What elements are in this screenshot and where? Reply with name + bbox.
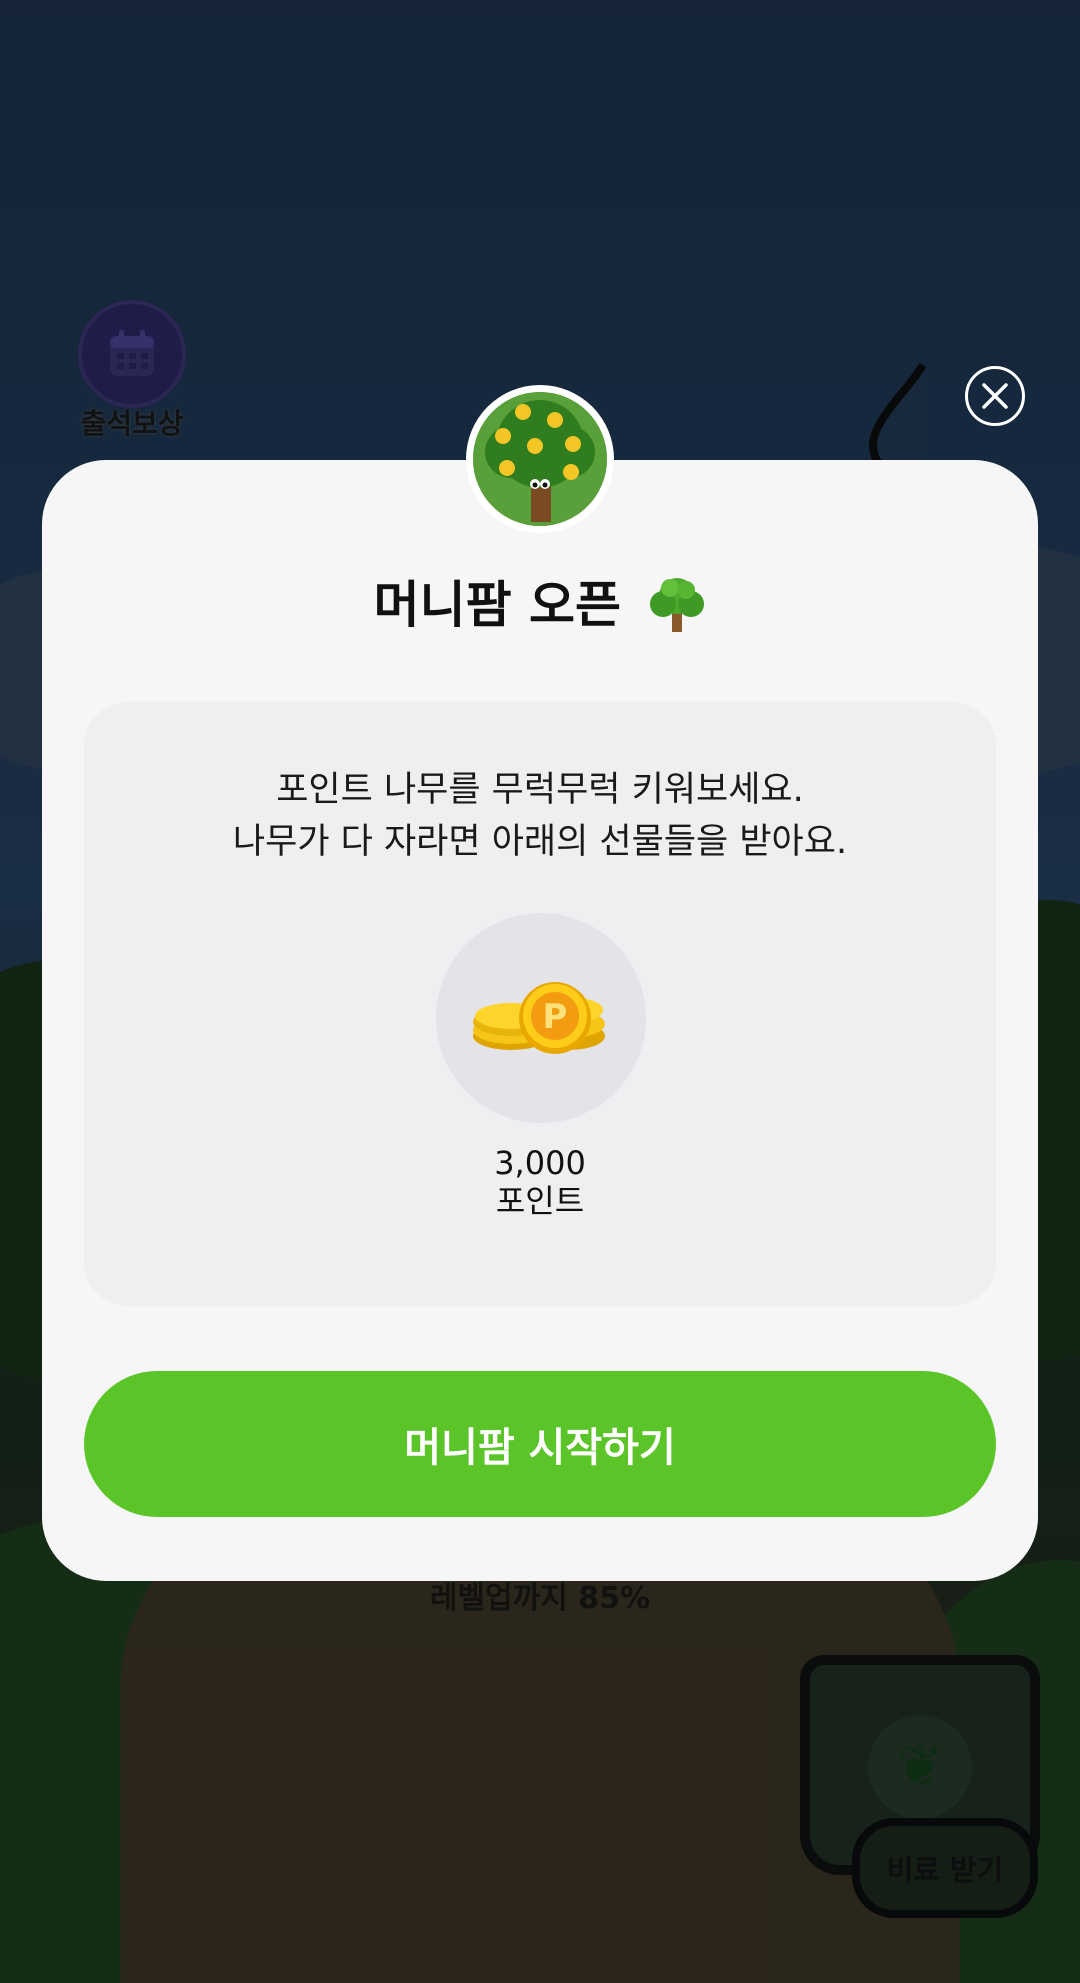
reward-icon-circle: P	[436, 913, 646, 1123]
tree-emoji-icon	[648, 572, 706, 646]
start-money-farm-button[interactable]: 머니팜 시작하기	[84, 1371, 996, 1517]
modal-title-text: 머니팜 오픈	[373, 576, 621, 634]
reward-unit: 포인트	[495, 1182, 585, 1220]
description-line-2: 나무가 다 자라면 아래의 선물들을 받아요.	[232, 822, 848, 862]
reward-amount: 3,000	[494, 1144, 586, 1182]
money-tree-avatar	[466, 385, 614, 533]
description-line-1: 포인트 나무를 무럭무럭 키워보세요.	[276, 770, 804, 810]
close-button[interactable]	[965, 366, 1025, 426]
modal-title: 머니팜 오픈	[0, 565, 1080, 646]
modal-description: 포인트 나무를 무럭무럭 키워보세요. 나무가 다 자라면 아래의 선물들을 받…	[84, 764, 996, 868]
svg-text:P: P	[543, 997, 568, 1037]
reward-info-card: 포인트 나무를 무럭무럭 키워보세요. 나무가 다 자라면 아래의 선물들을 받…	[84, 702, 996, 1306]
close-icon	[982, 383, 1008, 409]
point-coins-icon: P	[473, 982, 605, 1054]
